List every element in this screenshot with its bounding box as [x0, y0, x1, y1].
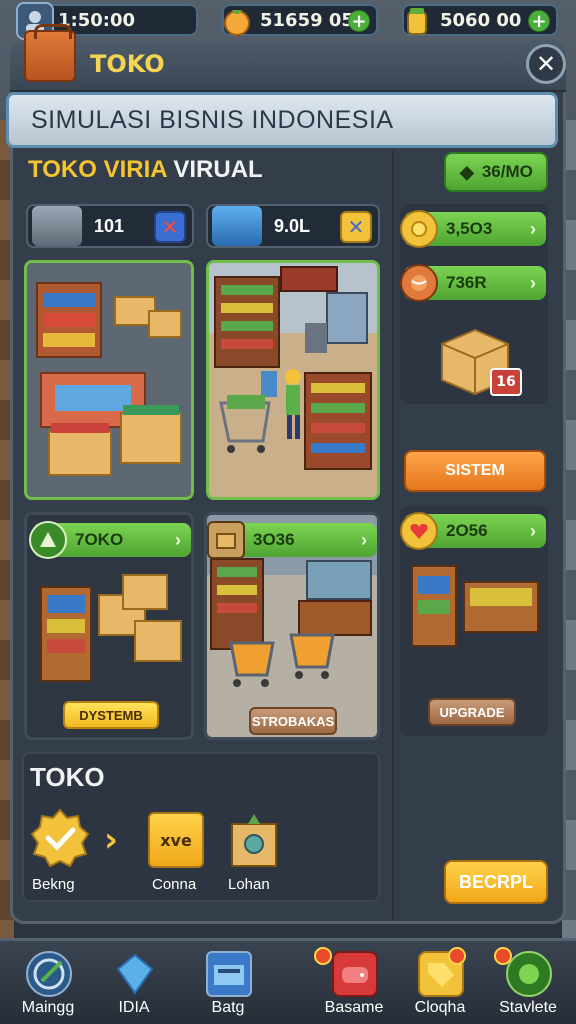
bottom-navigation: Maingg IDIA Batg Basame Cloqha Stavlete — [0, 938, 576, 1024]
gold-coupon-button[interactable]: xve — [148, 812, 204, 868]
coin-resource[interactable]: 51659 05 + — [222, 4, 378, 36]
arrow-right-icon: › — [530, 272, 536, 293]
sun-coin-icon — [400, 210, 438, 248]
nav-item-game[interactable]: Basame — [306, 941, 402, 1024]
gems-value: 5060 00 — [440, 9, 522, 31]
green-orb-icon — [506, 951, 552, 997]
arrow-right-icon: › — [175, 529, 181, 550]
system-orange-button[interactable]: SISTEM — [404, 450, 546, 492]
nav-item-stats[interactable]: Stavlete — [480, 941, 576, 1024]
notification-badge — [448, 947, 466, 965]
box-count-badge: 16 — [490, 368, 522, 396]
jar-icon — [398, 2, 436, 40]
compass-icon — [26, 951, 72, 997]
nav-label-main: Maingg — [21, 999, 75, 1016]
stat-pill-2[interactable]: 736R › — [400, 264, 546, 302]
add-gems-button[interactable]: + — [528, 10, 550, 32]
nav-label-game: Basame — [324, 999, 384, 1016]
lock-box-icon[interactable] — [228, 810, 280, 870]
box-icon — [207, 521, 245, 559]
notification-badge — [314, 947, 332, 965]
cash-remove-button[interactable]: ✕ — [340, 211, 372, 243]
shop-card-shelves[interactable] — [24, 260, 194, 500]
flow-arrow: › — [104, 820, 119, 860]
section-title-part2: VIRUAL — [173, 156, 263, 183]
arrow-right-icon: › — [361, 529, 367, 550]
top-rate-value: 36/MO — [481, 162, 533, 181]
storage-button[interactable]: STROBAKAS — [249, 707, 337, 735]
cash-counter-value: 9.0L — [274, 215, 311, 236]
nav-item-main[interactable]: Maingg — [0, 941, 96, 1024]
banner-text: SIMULASI BISNIS INDONESIA — [31, 105, 394, 134]
notification-badge — [494, 947, 512, 965]
gold-coupon-label: xve — [160, 830, 192, 850]
triangle-badge-icon — [29, 521, 67, 559]
nav-item-idea[interactable]: IDIA — [86, 941, 182, 1024]
stat-pill-1-value: 3,5O3 — [446, 219, 493, 238]
item-label-3: Lohan — [228, 876, 270, 893]
coins-value: 51659 05 — [260, 9, 354, 31]
arrow-right-icon: › — [530, 218, 536, 239]
add-coins-button[interactable]: + — [348, 10, 370, 32]
packages-pill[interactable]: 7OKO › — [29, 521, 191, 559]
section-title: TOKO VIRIA VIRUAL — [28, 156, 263, 184]
coin-bag-icon — [218, 2, 256, 40]
stat-pill-1[interactable]: 3,5O3 › — [400, 210, 546, 248]
item-label-1: Bekng — [32, 876, 75, 893]
shop-card-checkout[interactable]: 3O36 › STROBAKAS — [204, 512, 380, 740]
checkout-pill[interactable]: 3O36 › — [207, 521, 377, 559]
panel-title: TOKO — [90, 50, 165, 78]
packages-pill-value: 7OKO — [75, 530, 124, 549]
arrow-right-icon: › — [530, 520, 536, 541]
register-icon — [212, 206, 262, 246]
top-rate-pill[interactable]: ◆ 36/MO — [444, 152, 548, 192]
stat-pill-3[interactable]: 2O56 › — [400, 512, 546, 550]
resource-bar: 1:50:00 51659 05 + 5060 00 + — [0, 0, 576, 40]
stock-counter[interactable]: 101 ✕ — [26, 204, 194, 248]
upgrade-button[interactable]: UPGRADE — [428, 698, 516, 726]
nav-label-clothing: Cloqha — [414, 999, 466, 1016]
stat-pill-3-value: 2O56 — [446, 521, 488, 540]
section-title-part1: TOKO VIRIA — [28, 156, 167, 183]
nav-label-bag: Batg — [211, 999, 245, 1016]
checkout-pill-value: 3O36 — [253, 530, 295, 549]
nav-label-stats: Stavlete — [499, 999, 557, 1016]
item-label-2: Conna — [152, 876, 197, 893]
cash-register-icon — [206, 951, 252, 997]
shop-card-interior[interactable] — [206, 260, 380, 500]
gamepad-icon — [332, 951, 378, 997]
diamond-icon: ◆ — [460, 161, 474, 182]
diamond-gem-icon — [112, 951, 158, 997]
shelves-illustration — [27, 263, 191, 497]
cash-counter[interactable]: 9.0L ✕ — [206, 204, 380, 248]
shop-bag-icon — [24, 24, 76, 82]
stock-remove-button[interactable]: ✕ — [154, 211, 186, 243]
gem-resource[interactable]: 5060 00 + — [402, 4, 558, 36]
shop-actions-title: TOKO — [30, 762, 105, 792]
badge-check-icon[interactable] — [30, 808, 90, 868]
close-button[interactable]: ✕ — [526, 44, 566, 84]
store-interior-illustration — [209, 263, 377, 497]
nav-label-idea: IDIA — [118, 999, 150, 1016]
system-button[interactable]: DYSTEMB — [63, 701, 159, 729]
nav-item-bag[interactable]: Batg — [180, 941, 276, 1024]
simulation-banner: SIMULASI BISNIS INDONESIA — [6, 92, 558, 148]
shop-card-packages[interactable]: 7OKO › DYSTEMB — [24, 512, 194, 740]
stock-counter-value: 101 — [94, 215, 125, 236]
machine-icon — [32, 206, 82, 246]
display-shelf-illustration — [408, 560, 544, 660]
special-button[interactable]: BECRPL — [444, 860, 548, 904]
stat-pill-2-value: 736R — [446, 273, 487, 292]
ball-icon — [400, 264, 438, 302]
heart-icon — [400, 512, 438, 550]
nav-item-clothing[interactable]: Cloqha — [392, 941, 488, 1024]
